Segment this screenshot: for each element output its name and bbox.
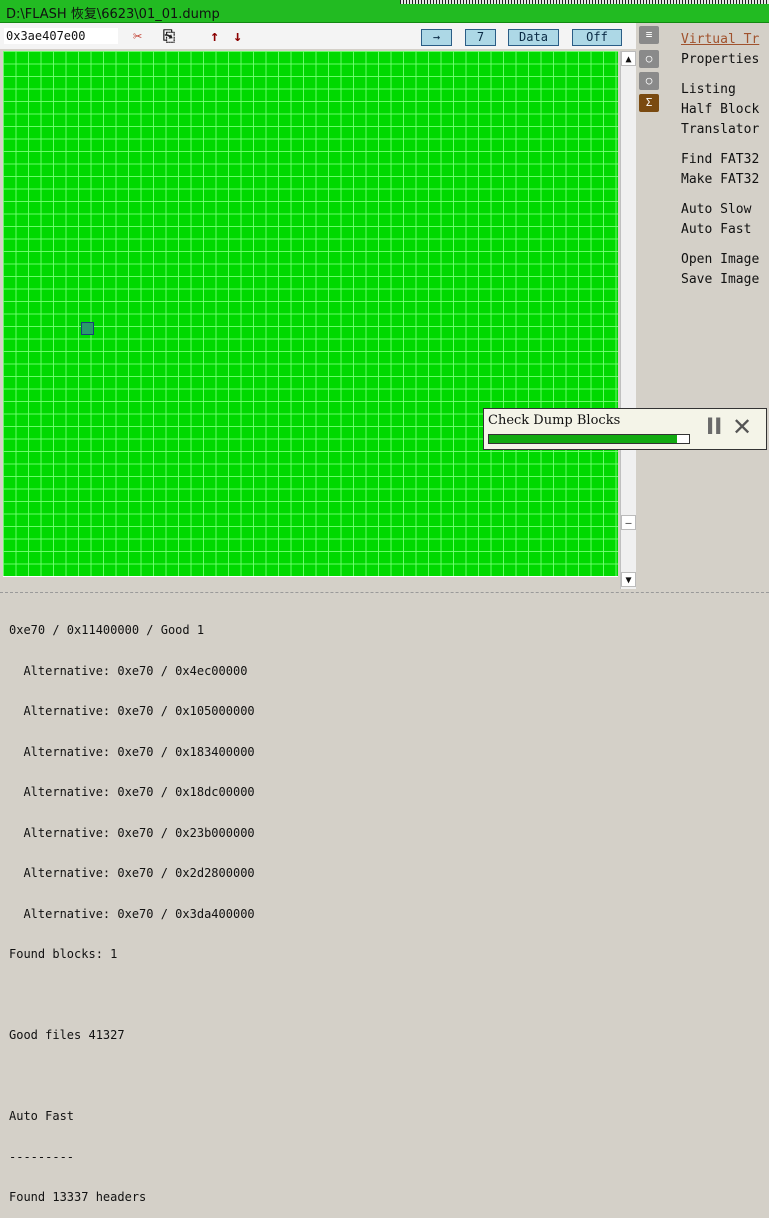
bulb-icon-2[interactable]: ○	[639, 72, 659, 90]
cut-icon[interactable]: ✂	[133, 27, 142, 45]
scroll-down-button[interactable]: ▼	[621, 572, 636, 587]
scroll-up-button[interactable]: ▲	[621, 51, 636, 66]
popup-title: Check Dump Blocks	[488, 413, 621, 428]
log-line: Alternative: 0xe70 / 0x2d2800000	[9, 866, 255, 880]
block-map-fill	[3, 51, 618, 576]
menu-half-block[interactable]: Half Block	[681, 102, 759, 118]
goto-button[interactable]: →	[421, 29, 452, 46]
arrow-up-icon[interactable]: ↑	[210, 27, 219, 45]
scroll-thumb[interactable]: –	[621, 515, 636, 530]
translator-icon[interactable]: Σ	[639, 94, 659, 112]
menu-open-image[interactable]: Open Image	[681, 252, 759, 268]
check-dump-popup: Check Dump Blocks II ✕	[483, 408, 767, 450]
menu-virtual[interactable]: Virtual Tr	[681, 32, 759, 48]
log-line: Alternative: 0xe70 / 0x105000000	[9, 704, 255, 718]
menu-properties[interactable]: Properties	[681, 52, 759, 68]
menu-auto-fast[interactable]: Auto Fast	[681, 222, 751, 238]
log-line: Alternative: 0xe70 / 0x23b000000	[9, 825, 255, 840]
pause-button[interactable]: II	[706, 415, 722, 440]
menu-auto-slow[interactable]: Auto Slow	[681, 202, 751, 218]
log-line: Alternative: 0xe70 / 0x183400000	[9, 744, 255, 759]
log-line: ---------	[9, 1149, 75, 1164]
copy-icon[interactable]: ⎘	[163, 27, 175, 45]
log-line: 0xe70 / 0x11400000 / Good 1	[9, 623, 205, 637]
menu-translator[interactable]: Translator	[681, 122, 759, 138]
menu-make-fat32[interactable]: Make FAT32	[681, 172, 759, 188]
menu-save-image[interactable]: Save Image	[681, 272, 759, 288]
selected-block-cell[interactable]	[81, 322, 94, 335]
title-stripe	[400, 0, 769, 4]
log-line: Found 13337 headers	[9, 1190, 147, 1204]
vertical-scrollbar[interactable]: ▲ – ▼	[620, 51, 636, 589]
panel-divider	[0, 592, 769, 594]
close-icon[interactable]: ✕	[732, 413, 752, 441]
toolbar: 0x3ae407e00 ✂ ⎘ ↑ ↓ → 7 Data Off	[0, 23, 636, 49]
progress-fill	[489, 435, 677, 443]
number-button[interactable]: 7	[465, 29, 496, 46]
bulb-icon[interactable]: ○	[639, 50, 659, 68]
log-line: Auto Fast	[9, 1109, 75, 1123]
log-line: Alternative: 0xe70 / 0x4ec00000	[9, 663, 248, 678]
list-icon[interactable]: ≡	[639, 26, 659, 44]
log-line: Found blocks: 1	[9, 947, 118, 961]
log-output: 0xe70 / 0x11400000 / Good 1 Alternative:…	[9, 597, 255, 1218]
arrow-down-icon[interactable]: ↓	[233, 27, 242, 45]
block-map-grid[interactable]	[3, 51, 618, 577]
data-button[interactable]: Data	[508, 29, 559, 46]
menu-find-fat32[interactable]: Find FAT32	[681, 152, 759, 168]
menu-listing[interactable]: Listing	[681, 82, 736, 98]
log-line: Alternative: 0xe70 / 0x3da400000	[9, 906, 255, 921]
title-bar: D:\FLASH 恢复\6623\01_01.dump	[0, 0, 769, 23]
log-line: Good files 41327	[9, 1028, 125, 1042]
off-button[interactable]: Off	[572, 29, 622, 46]
progress-bar	[488, 434, 690, 444]
window-title: D:\FLASH 恢复\6623\01_01.dump	[6, 7, 220, 22]
address-input[interactable]: 0x3ae407e00	[4, 28, 118, 44]
log-line: Alternative: 0xe70 / 0x18dc00000	[9, 785, 255, 799]
